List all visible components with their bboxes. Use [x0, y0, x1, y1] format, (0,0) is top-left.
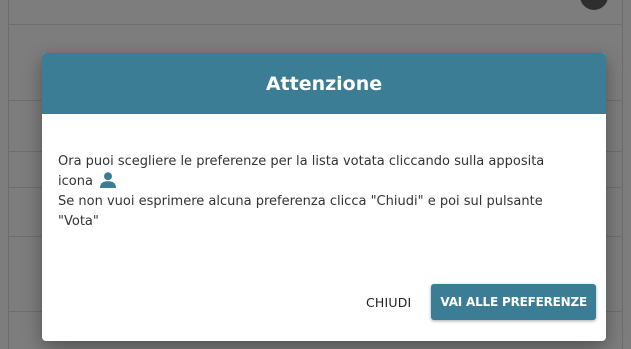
dialog-message: Ora puoi scegliere le preferenze per la … — [42, 114, 606, 232]
attention-dialog: Attenzione Ora puoi scegliere le prefere… — [42, 53, 606, 341]
message-line: Se non vuoi esprimere alcuna preferenza … — [58, 194, 543, 209]
close-button[interactable]: CHIUDI — [356, 287, 421, 318]
go-to-preferences-button[interactable]: VAI ALLE PREFERENZE — [431, 284, 596, 320]
message-line: Ora puoi scegliere le preferenze per la … — [58, 154, 545, 169]
message-line: icona — [58, 172, 590, 192]
dialog-title: Attenzione — [265, 72, 383, 95]
message-line-prefix: icona — [58, 174, 93, 189]
dialog-actions: CHIUDI VAI ALLE PREFERENZE — [356, 284, 596, 320]
user-icon — [99, 172, 117, 188]
message-line: "Vota" — [58, 214, 99, 229]
background-frame-edge — [8, 0, 9, 349]
page: Attenzione Ora puoi scegliere le prefere… — [0, 0, 631, 349]
background-frame-edge — [622, 0, 623, 349]
background-divider — [8, 24, 623, 25]
dialog-header: Attenzione — [42, 53, 606, 114]
